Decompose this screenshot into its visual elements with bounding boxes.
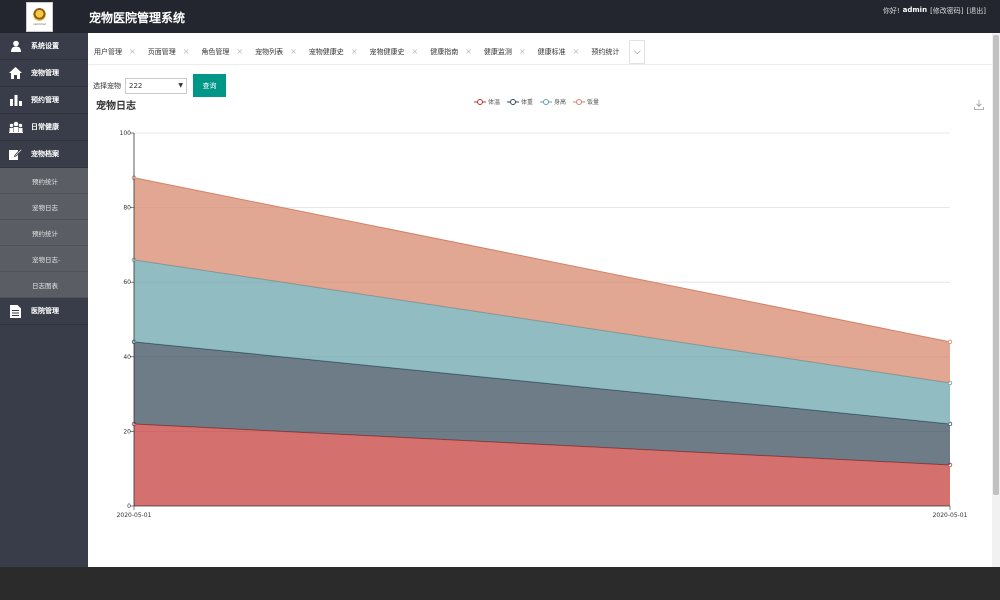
sidebar-item-system-settings[interactable]: 系统设置 (0, 33, 88, 60)
logo-text: remimal (33, 22, 46, 26)
submenu-pet-records: 预约统计 宠物日志 预约统计 宠物日志- 日志图表 (0, 168, 88, 298)
app-logo: remimal (26, 2, 53, 32)
sidebar-item-label: 宠物档案 (31, 150, 59, 158)
sidebar-item-daily-health[interactable]: 日常健康 (0, 114, 88, 141)
sidebar-item-pet-records[interactable]: 宠物档案 (0, 141, 88, 168)
x-tick-label: 2020-05-01 (933, 512, 968, 519)
submenu-item-pet-log-2[interactable]: 宠物日志- (0, 246, 88, 272)
logout-link[interactable]: [退出] (967, 6, 986, 16)
group-icon (8, 121, 23, 134)
y-tick-label: 20 (123, 428, 131, 435)
edit-icon (8, 148, 23, 161)
username: admin (902, 6, 928, 14)
submenu-item-log-chart[interactable]: 日志图表 (0, 272, 88, 298)
app-title: 宠物医院管理系统 (89, 11, 186, 25)
y-tick-label: 40 (123, 354, 131, 361)
main-content: 用户管理 × 页面管理 × 角色管理 × 宠物列表 × 宠物健康史 × 宠物健康史 × 健康… (88, 33, 992, 567)
greeting-text: 你好! (882, 7, 900, 15)
sidebar-item-label: 系统设置 (31, 42, 59, 50)
document-icon (8, 304, 23, 318)
y-tick-label: 60 (123, 279, 131, 286)
footer-bar (0, 567, 1000, 600)
logo-emblem (33, 8, 46, 21)
home-icon (8, 67, 23, 80)
top-bar: remimal 宠物医院管理系统 你好! admin [修改密码] [退出] (0, 0, 1000, 33)
sidebar-item-pet-management[interactable]: 宠物管理 (0, 60, 88, 87)
y-tick-label: 80 (123, 205, 131, 212)
sidebar-item-label: 医院管理 (31, 307, 59, 315)
sidebar-item-label: 宠物管理 (31, 69, 59, 77)
sidebar-item-label: 预约管理 (31, 96, 59, 104)
sidebar-item-hospital-management[interactable]: 医院管理 (0, 298, 88, 325)
bar-chart-icon (8, 94, 23, 107)
data-point[interactable] (947, 339, 953, 345)
change-password-link[interactable]: [修改密码] (930, 6, 963, 16)
user-icon (8, 40, 23, 53)
sidebar-item-appointment-management[interactable]: 预约管理 (0, 87, 88, 114)
sidebar: 系统设置 宠物管理 预约管理 日常健康 宠物档案 预约统计 宠物日志 预约统计 … (0, 33, 88, 567)
x-tick-label: 2020-05-01 (117, 512, 152, 519)
submenu-item-pet-log[interactable]: 宠物日志 (0, 194, 88, 220)
user-area: 你好! admin [修改密码] [退出] (883, 6, 986, 16)
page-scrollbar[interactable] (992, 33, 1000, 567)
submenu-item-appointment-stats[interactable]: 预约统计 (0, 168, 88, 194)
y-tick-label: 100 (120, 130, 132, 137)
submenu-item-appointment-stats-2[interactable]: 预约统计 (0, 220, 88, 246)
area-chart: 0 20 40 60 80 100 2020-05-01 2020-05-01 (117, 130, 968, 519)
sidebar-item-label: 日常健康 (31, 123, 59, 131)
scrollbar-thumb[interactable] (993, 35, 999, 495)
y-tick-label: 0 (127, 503, 131, 510)
